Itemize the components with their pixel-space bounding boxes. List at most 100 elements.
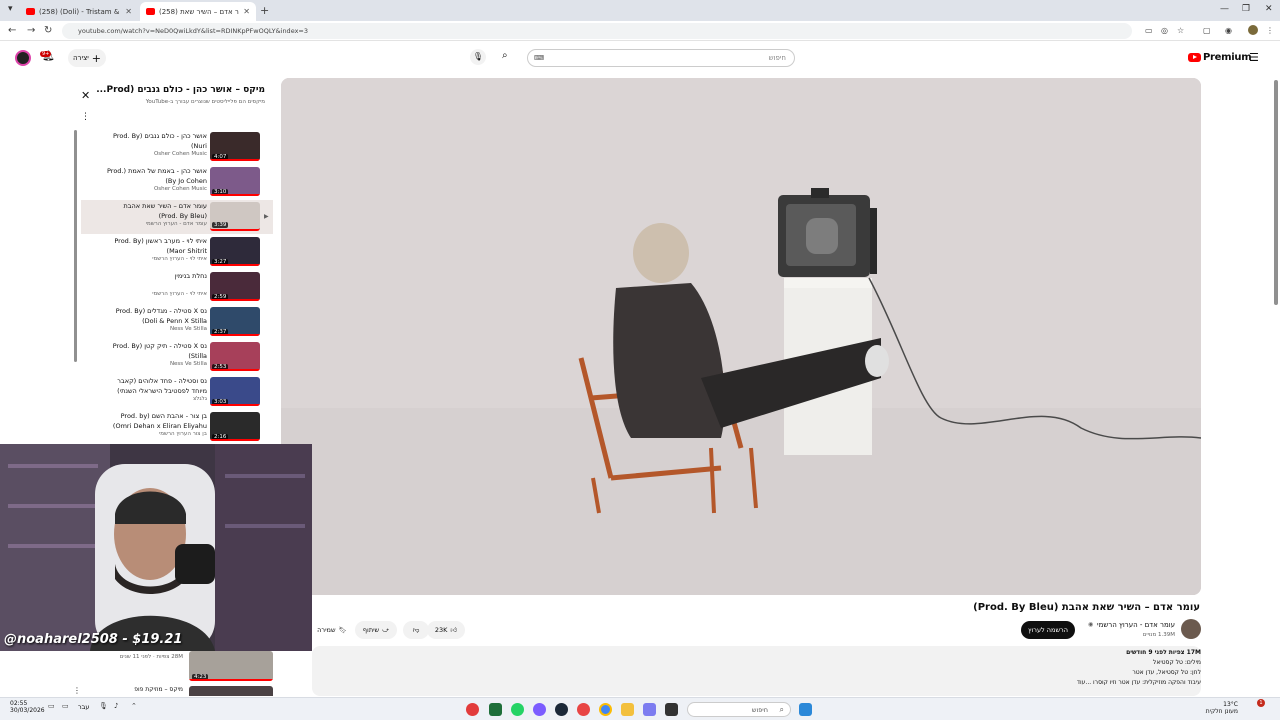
tab-search-icon[interactable]: ▾ [8,4,13,14]
discord-icon[interactable] [533,703,546,716]
headset-icon[interactable] [577,703,590,716]
playlist-item-thumbnail: 3:03 [210,377,260,406]
url-field[interactable]: youtube.com/watch?v=NeD0QwiLkdY&list=RDI… [62,23,1132,39]
cast-icon[interactable]: ▭ [1145,26,1153,35]
playlist-item-channel: Ness Ve Stilla [169,361,207,367]
address-bar-row: ← → ↻ youtube.com/watch?v=NeD0QwiLkdY&li… [0,21,1280,41]
like-button[interactable]: 23K 👍︎ [427,621,465,639]
channel-avatar[interactable] [1181,619,1201,639]
hamburger-menu-icon[interactable]: ☰ [1249,51,1259,64]
extensions-icon[interactable]: ▢ [1203,26,1211,35]
url-text: youtube.com/watch?v=NeD0QwiLkdY&list=RDI… [78,27,309,35]
chrome-icon[interactable] [599,703,612,716]
new-tab-button[interactable]: + [260,4,269,17]
playlist-item[interactable]: נחלת בנימין איתי לוי - הערוץ הרשמי 2:59 [81,270,273,304]
file-explorer-icon[interactable] [621,703,634,716]
dislike-button[interactable]: 👎︎ [403,621,429,639]
playlist-item-thumbnail: 4:07 [210,132,260,161]
recommendation-views: 28M צפיות · לפני 11 שנים [119,654,183,660]
watched-progress-bar [210,264,260,266]
close-icon[interactable]: ✕ [125,7,132,16]
weather-condition: מעונן חלקית [1205,708,1238,715]
video-player[interactable] [281,78,1201,595]
playlist-item-thumbnail: 2:37 [210,307,260,336]
recommendation-title: מיקס – מוזיקת פופ [134,686,183,693]
back-icon[interactable]: ← [8,25,16,36]
playlist-item[interactable]: בן צור - אהבת השם (Prod. by Omri Dehan x… [81,410,273,444]
playlist-item[interactable]: איתי לוי - מערב ראשון (Prod. By Maor Shi… [81,235,273,269]
page-scrollbar[interactable] [1274,80,1278,305]
playlist-item[interactable]: נס X סטילה - מגדלים (Prod. By Doli & Pen… [81,305,273,339]
browser-tab-active[interactable]: (258) עומר אדם – השיר שאת... ✕ [140,2,256,21]
search-input[interactable]: חיפוש ⌨ [527,49,795,67]
share-button[interactable]: שיתוף ⤻ [355,621,397,639]
save-label: שמירה [317,626,336,634]
playlist-item-thumbnail: 3:27 [210,237,260,266]
playlist-item[interactable]: אושר כהן - באמת של האמת (Prod. By Jo Coh… [81,165,273,199]
whatsapp-icon[interactable] [511,703,524,716]
app-icon[interactable] [665,703,678,716]
chevron-up-icon[interactable]: ⌃ [131,702,137,710]
steam-icon[interactable] [555,703,568,716]
close-icon[interactable]: ✕ [81,89,90,102]
taskbar-search-placeholder: חיפוש [751,706,768,714]
bookmark-star-icon[interactable]: ☆ [1177,26,1184,35]
playlist-item[interactable]: אושר כהן - כולם גנבים (Prod. By Nuri) Osh… [81,130,273,164]
profile-icon[interactable]: ◉ [1225,26,1232,35]
privacy-icon[interactable]: ◎ [1161,26,1168,35]
notification-badge[interactable]: 1 [1257,699,1265,707]
playlist-scrollbar[interactable] [74,130,77,362]
taskbar-clock[interactable]: 02:55 30/03/2026 [10,700,45,714]
playlist-item-title: נס X סטילה - מגדלים (Prod. By Doli & Pen… [115,307,207,325]
close-window-button[interactable]: ✕ [1265,4,1273,14]
app-icon[interactable] [466,703,479,716]
recommendation-item[interactable]: מיקס – מוזיקת פופ ⋮ [73,684,273,696]
playlist-item-title: נחלת בנימין [174,272,207,280]
playlist-item-thumbnail: 3:39 [210,202,260,231]
more-options-icon[interactable]: ⋮ [73,686,81,695]
reload-icon[interactable]: ↻ [44,25,52,36]
create-button[interactable]: יצירה + [68,49,106,67]
recommendation-item[interactable]: 28M צפיות · לפני 11 שנים 4:23 [100,651,273,681]
create-label: יצירה [72,54,89,62]
playlist-title[interactable]: מיקס – אושר כהן - כולם גנבים (Prod... [96,85,265,95]
save-button[interactable]: שמירה 🔖︎ [312,621,352,639]
thumbs-up-icon: 👍︎ [450,626,458,634]
playlist-item[interactable]: נס וסטילה - פחד אלוהים (קאבר מיוחד לפסטי… [81,375,273,409]
watched-progress-bar [210,299,260,301]
webcam-overlay: @noaharel2508 - $19.21 [0,444,312,651]
tray-icon[interactable]: ▭ [62,702,69,710]
terminal-icon[interactable] [489,703,502,716]
microphone-icon[interactable]: 🎙︎ [99,702,108,710]
browser-tab[interactable]: (258) (Doli) - Tristam & Braken ✕ [20,2,138,21]
youtube-premium-logo[interactable]: Premium [1188,52,1252,63]
watched-progress-bar [210,194,260,196]
video-description[interactable]: 17M צפיות לפני 9 חודשים מילים: טל קסטיאל… [1055,648,1201,694]
subscribe-button[interactable]: הרשמה לערוץ [1021,621,1075,639]
avatar[interactable] [15,50,31,66]
tray-icon[interactable]: ▭ [48,702,55,710]
speaker-icon[interactable]: ♪ [114,702,118,710]
account-avatar-icon[interactable] [1248,25,1258,35]
app-icon[interactable] [643,703,656,716]
windows-start-icon[interactable] [799,703,812,716]
channel-name[interactable]: עומר אדם - הערוץ הרשמי [1097,621,1175,629]
close-icon[interactable]: ✕ [243,7,250,16]
browser-menu-icon[interactable]: ⋮ [1266,26,1274,35]
taskbar-search[interactable]: חיפוש ⌕ [687,702,791,717]
minimize-button[interactable]: — [1220,4,1229,14]
weather-widget[interactable]: 13°C מעונן חלקית [1206,701,1238,715]
thumbs-down-icon: 👎︎ [412,626,420,634]
donation-caption: @noaharel2508 - $19.21 [4,632,183,647]
more-options-icon[interactable]: ⋮ [81,112,90,122]
search-icon[interactable]: ⌕ [502,50,508,61]
microphone-icon[interactable]: 🎙︎ [470,49,486,65]
playlist-item[interactable]: נס X סטילה - תיק קטן (Prod. By Stilla) Ne… [81,340,273,374]
keyboard-icon[interactable]: ⌨ [534,54,544,62]
forward-icon[interactable]: → [27,25,35,36]
language-indicator[interactable]: עבר [78,703,90,711]
playlist-item-channel: Osher Cohen Music [153,151,207,157]
playlist-item[interactable]: עומר אדם – השיר שאת אהבת (Prod. By Bleu)… [81,200,273,234]
now-playing-icon: ▶ [264,213,269,220]
maximize-button[interactable]: ❐ [1242,4,1250,14]
